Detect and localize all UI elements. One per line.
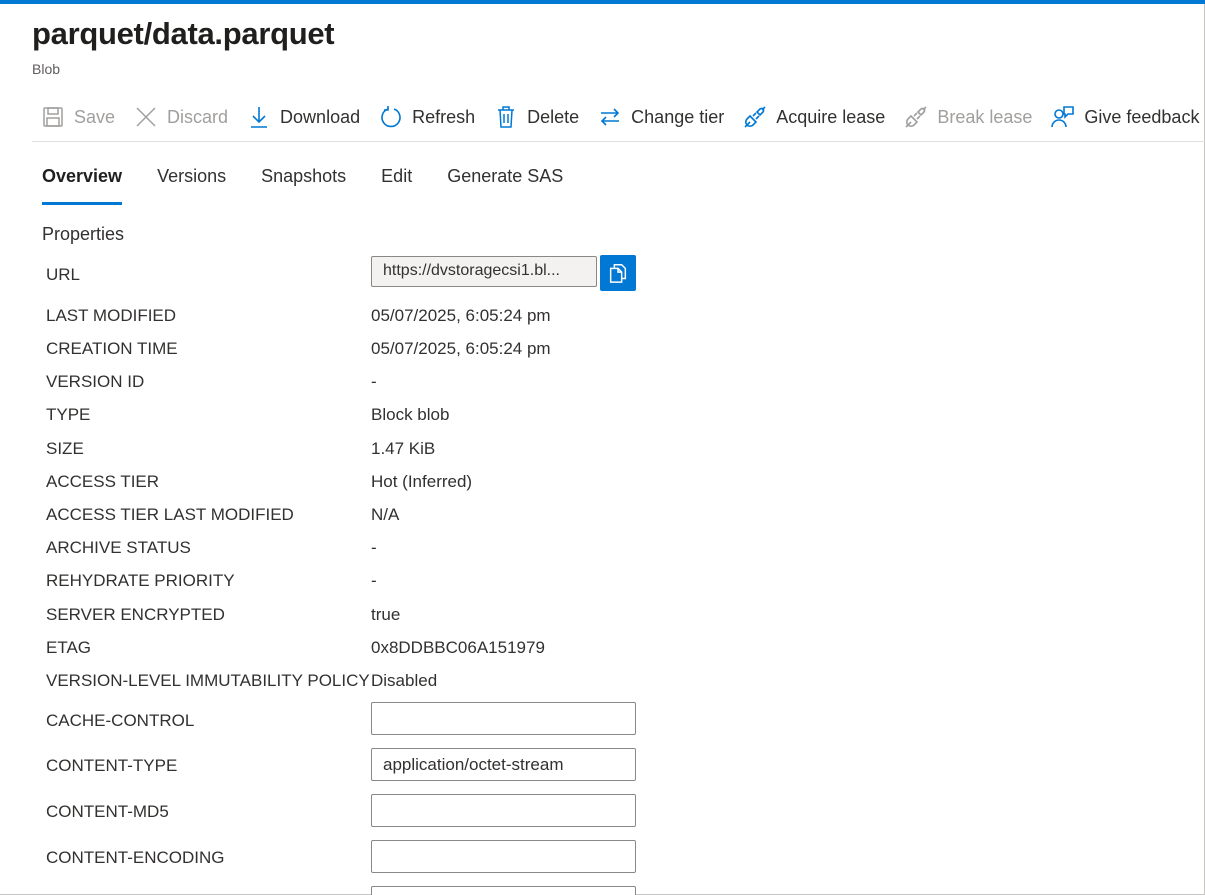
break-lease-button[interactable]: Break lease bbox=[895, 100, 1042, 134]
save-button-label: Save bbox=[74, 106, 116, 127]
discard-button-label: Discard bbox=[167, 106, 229, 127]
prop-label-server-encrypted: SERVER ENCRYPTED bbox=[46, 605, 225, 624]
tab-strip: Overview Versions Snapshots Edit Generat… bbox=[42, 166, 598, 206]
prop-value-creation-time: 05/07/2025, 6:05:24 pm bbox=[371, 339, 551, 358]
prop-value-archive-status: - bbox=[371, 538, 377, 557]
prop-value-version-id: - bbox=[371, 372, 377, 391]
give-feedback-button-label: Give feedback bbox=[1084, 106, 1200, 127]
download-icon bbox=[246, 104, 272, 130]
command-bar: Save Discard Download Refresh Delete Cha… bbox=[32, 100, 1205, 134]
content-type-input[interactable] bbox=[371, 748, 636, 781]
content-md5-input[interactable] bbox=[371, 794, 636, 827]
prop-label-version-id: VERSION ID bbox=[46, 372, 145, 391]
prop-value-rehydrate-priority: - bbox=[371, 571, 377, 590]
close-icon bbox=[133, 104, 159, 130]
swap-arrows-icon bbox=[597, 104, 623, 130]
next-field-partial[interactable] bbox=[371, 886, 636, 895]
content-type-label: CONTENT-TYPE bbox=[46, 756, 178, 775]
prop-value-last-modified: 05/07/2025, 6:05:24 pm bbox=[371, 306, 551, 325]
prop-label-size: SIZE bbox=[46, 439, 84, 458]
break-lease-button-label: Break lease bbox=[937, 106, 1033, 127]
properties-heading: Properties bbox=[42, 224, 125, 244]
content-encoding-label: CONTENT-ENCODING bbox=[46, 848, 225, 867]
tab-snapshots[interactable]: Snapshots bbox=[261, 166, 346, 206]
prop-value-access-tier: Hot (Inferred) bbox=[371, 472, 473, 491]
plug-icon bbox=[903, 104, 929, 130]
acquire-lease-button-label: Acquire lease bbox=[776, 106, 886, 127]
trash-icon bbox=[493, 104, 519, 130]
give-feedback-button[interactable]: Give feedback bbox=[1042, 100, 1205, 134]
change-tier-button-label: Change tier bbox=[631, 106, 725, 127]
copy-icon bbox=[607, 262, 629, 284]
delete-button-label: Delete bbox=[527, 106, 580, 127]
url-label: URL bbox=[46, 265, 81, 284]
prop-label-type: TYPE bbox=[46, 405, 91, 424]
prop-label-creation-time: CREATION TIME bbox=[46, 339, 178, 358]
download-button-label: Download bbox=[280, 106, 361, 127]
prop-label-last-modified: LAST MODIFIED bbox=[46, 306, 177, 325]
content-encoding-input[interactable] bbox=[371, 840, 636, 873]
tab-versions[interactable]: Versions bbox=[157, 166, 226, 206]
feedback-person-icon bbox=[1050, 104, 1076, 130]
tab-generate-sas[interactable]: Generate SAS bbox=[447, 166, 563, 206]
page-subtitle: Blob bbox=[32, 61, 61, 77]
prop-label-immutability-policy: VERSION-LEVEL IMMUTABILITY POLICY bbox=[46, 671, 370, 690]
tab-edit[interactable]: Edit bbox=[381, 166, 412, 206]
url-field[interactable]: https://dvstoragecsi1.bl... bbox=[371, 256, 597, 287]
save-icon bbox=[40, 104, 66, 130]
refresh-icon bbox=[378, 104, 404, 130]
copy-to-clipboard-button[interactable] bbox=[600, 255, 636, 291]
refresh-button[interactable]: Refresh bbox=[370, 100, 485, 134]
prop-label-access-tier: ACCESS TIER bbox=[46, 472, 160, 491]
plug-icon bbox=[742, 104, 768, 130]
prop-value-etag: 0x8DDBBC06A151979 bbox=[371, 638, 545, 657]
top-accent-bar bbox=[0, 0, 1205, 4]
tab-overview[interactable]: Overview bbox=[42, 166, 123, 206]
cache-control-label: CACHE-CONTROL bbox=[46, 711, 195, 730]
acquire-lease-button[interactable]: Acquire lease bbox=[734, 100, 895, 134]
save-button[interactable]: Save bbox=[32, 100, 125, 134]
prop-label-etag: ETAG bbox=[46, 638, 92, 657]
delete-button[interactable]: Delete bbox=[485, 100, 589, 134]
page-title: parquet/data.parquet bbox=[32, 16, 335, 51]
cache-control-input[interactable] bbox=[371, 702, 636, 735]
prop-value-immutability-policy: Disabled bbox=[371, 671, 438, 690]
refresh-button-label: Refresh bbox=[412, 106, 476, 127]
download-button[interactable]: Download bbox=[238, 100, 370, 134]
prop-label-rehydrate-priority: REHYDRATE PRIORITY bbox=[46, 571, 235, 590]
prop-value-size: 1.47 KiB bbox=[371, 439, 436, 458]
change-tier-button[interactable]: Change tier bbox=[589, 100, 734, 134]
prop-value-type: Block blob bbox=[371, 405, 450, 424]
content-md5-label: CONTENT-MD5 bbox=[46, 802, 169, 821]
prop-label-archive-status: ARCHIVE STATUS bbox=[46, 538, 191, 557]
toolbar-divider bbox=[32, 141, 1205, 142]
prop-value-server-encrypted: true bbox=[371, 605, 401, 624]
discard-button[interactable]: Discard bbox=[125, 100, 238, 134]
prop-label-access-tier-last-modified: ACCESS TIER LAST MODIFIED bbox=[46, 505, 294, 524]
prop-value-access-tier-last-modified: N/A bbox=[371, 505, 400, 524]
